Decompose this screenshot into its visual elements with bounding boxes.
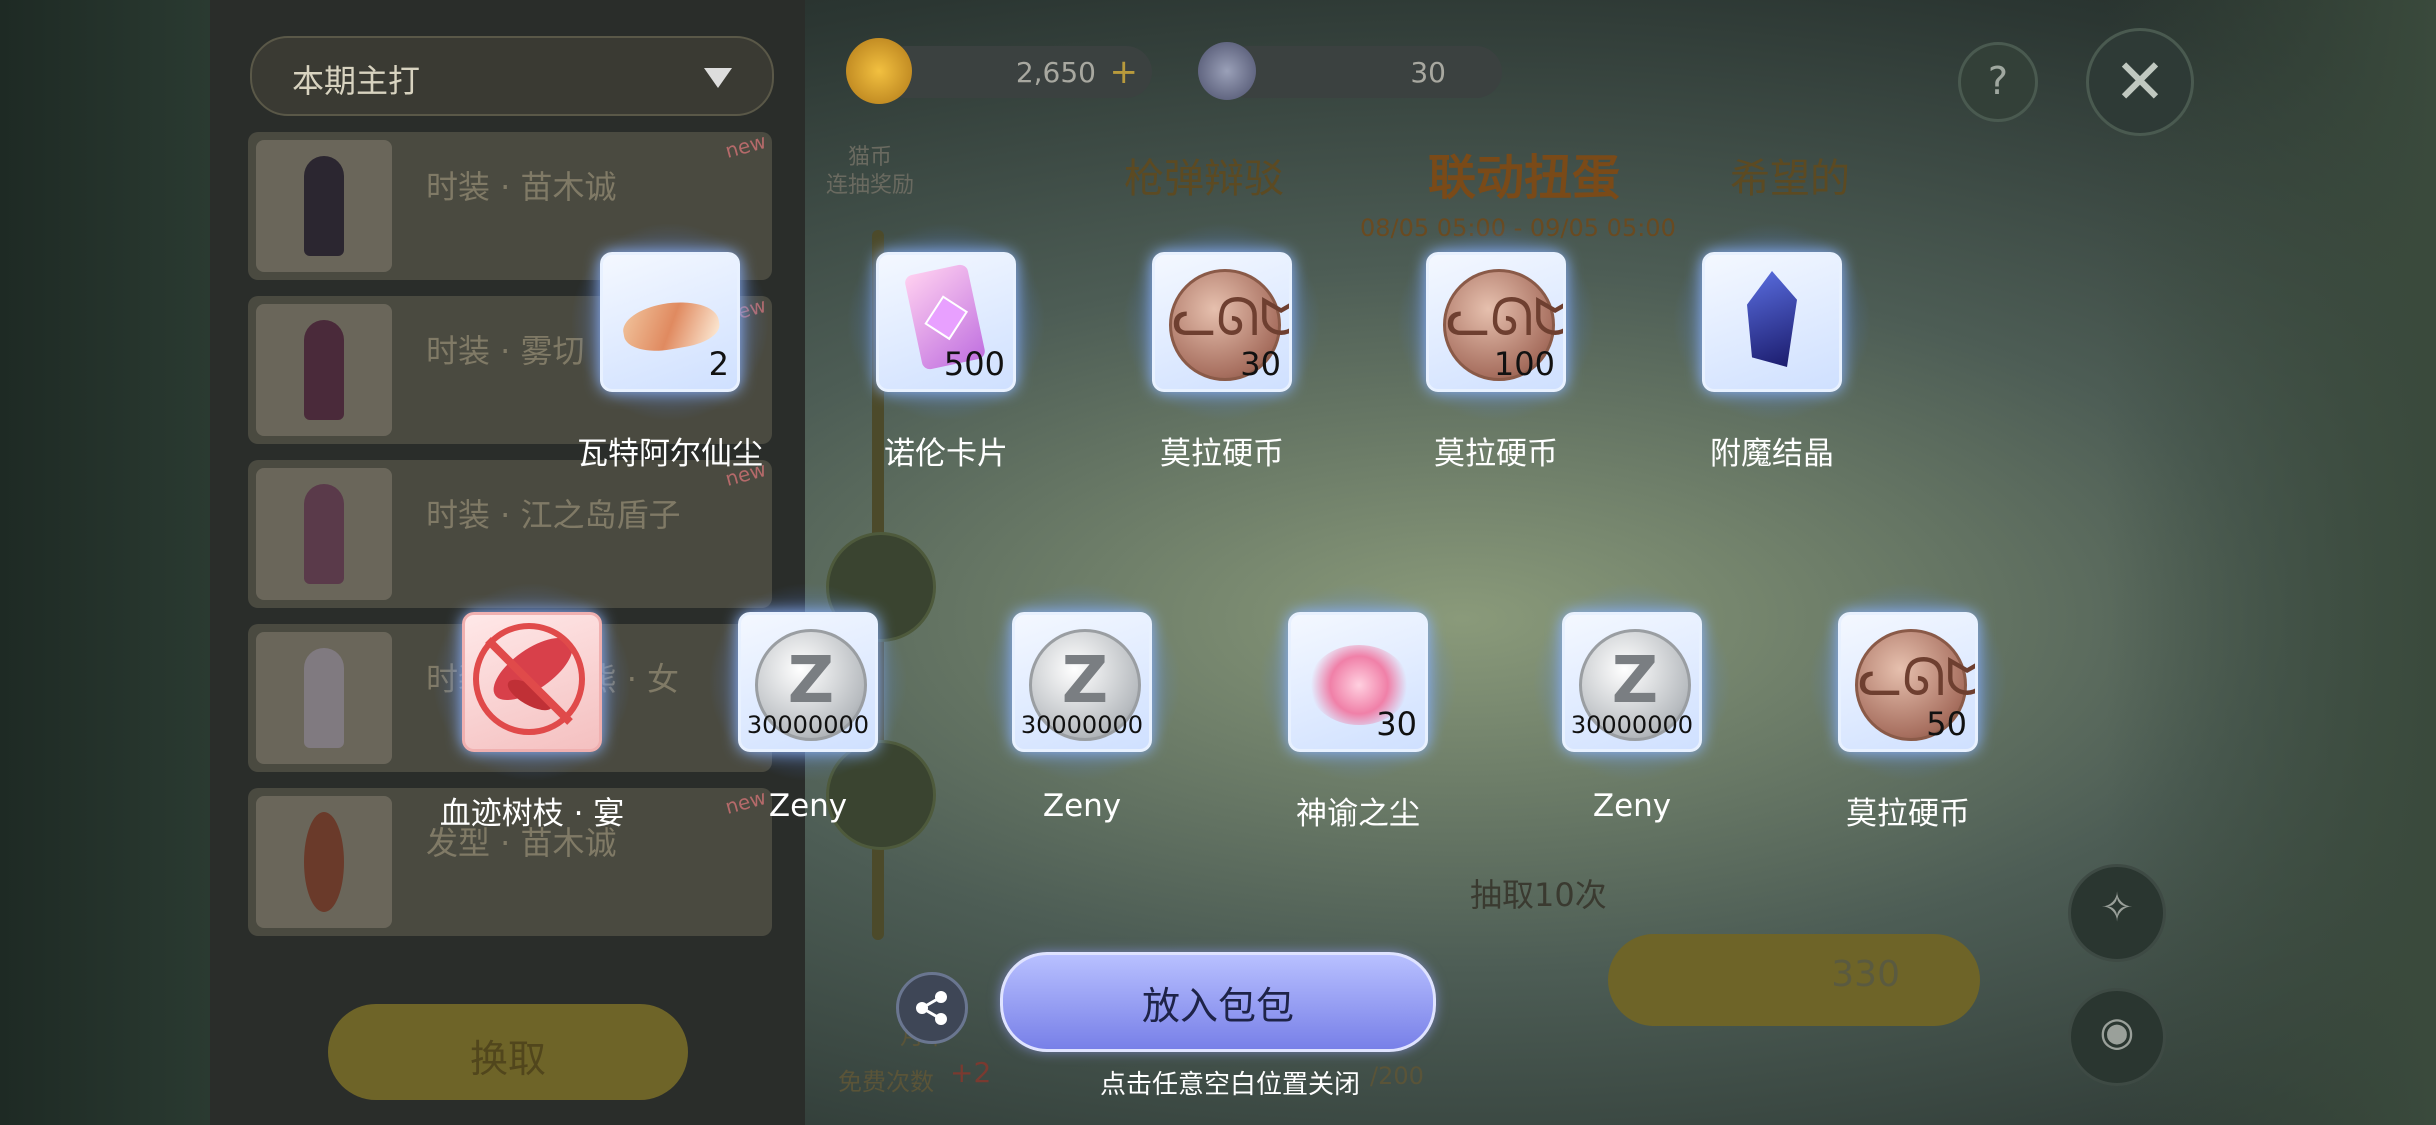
item-thumbnail bbox=[256, 140, 392, 272]
reward-name: 莫拉硬币 bbox=[1160, 436, 1284, 472]
share-button[interactable] bbox=[896, 972, 968, 1044]
reward-name: Zeny bbox=[1592, 788, 1672, 824]
item-thumbnail bbox=[256, 632, 392, 764]
dust-icon: 2 bbox=[600, 252, 740, 392]
put-in-bag-button[interactable]: 放入包包 bbox=[1000, 952, 1436, 1052]
reward-name: 血迹树枝 · 宴 bbox=[439, 796, 625, 832]
reward-name: Zeny bbox=[1042, 788, 1122, 824]
cat-currency-bar: 2,650 + bbox=[880, 46, 1152, 98]
reward-name: 莫拉硬币 bbox=[1846, 796, 1970, 832]
cat-currency-value: 2,650 bbox=[1015, 56, 1096, 89]
cat-coin-reward-label: 猫币 连抽奖励 bbox=[826, 145, 915, 198]
reward-name: Zeny bbox=[768, 788, 848, 824]
pull-cost: 330 bbox=[1831, 954, 1900, 995]
chevron-down-icon bbox=[704, 68, 732, 88]
wand-icon: ✧ bbox=[2100, 885, 2134, 931]
item-name: 时装 · 雾切 bbox=[426, 332, 585, 370]
oracle-dust-icon: 30 bbox=[1288, 612, 1428, 752]
put-in-bag-label: 放入包包 bbox=[1141, 984, 1294, 1028]
zeny-coin-icon: Z 30000000 bbox=[1562, 612, 1702, 752]
free-count-label: 免费次数 bbox=[838, 1068, 934, 1096]
item-name: 时装 · 江之岛盾子 bbox=[426, 496, 681, 534]
item-thumbnail bbox=[256, 468, 392, 600]
tab-left[interactable]: 枪弹辩驳 bbox=[1124, 146, 1284, 204]
cat-coin-icon: ᓚᘏᗢ 50 bbox=[1838, 612, 1978, 752]
exchange-button[interactable]: 换取 bbox=[328, 1004, 688, 1100]
coin-bar: 30 bbox=[1222, 46, 1502, 98]
featured-dropdown[interactable]: 本期主打 bbox=[250, 36, 774, 116]
reward-name: 神谕之尘 bbox=[1296, 796, 1420, 832]
reward-qty: 30 bbox=[1376, 705, 1417, 743]
share-icon bbox=[916, 991, 947, 1025]
reward-qty: 2 bbox=[708, 345, 729, 383]
cat-currency-icon bbox=[846, 38, 912, 104]
close-button[interactable]: ✕ bbox=[2086, 28, 2194, 136]
reward-qty: 30 bbox=[1240, 345, 1281, 383]
item-name: 时装 · 苗木诚 bbox=[426, 168, 617, 206]
reward-name: 瓦特阿尔仙尘 bbox=[577, 436, 763, 472]
new-badge: new bbox=[722, 129, 769, 163]
item-thumbnail bbox=[256, 304, 392, 436]
magic-wand-button[interactable]: ✧ bbox=[2068, 864, 2166, 962]
coin-icon bbox=[1198, 42, 1256, 100]
cat-coin-icon: ᓚᘏᗢ 30 bbox=[1152, 252, 1292, 392]
pull-button[interactable]: 330 bbox=[1608, 934, 1980, 1026]
pull-count-label: 抽取10次 bbox=[1470, 876, 1607, 914]
cat-coin-icon: ᓚᘏᗢ 100 bbox=[1426, 252, 1566, 392]
help-icon: ? bbox=[1987, 59, 2009, 103]
zeny-coin-icon: Z 30000000 bbox=[1012, 612, 1152, 752]
reward-name: 附魔结晶 bbox=[1710, 436, 1834, 472]
exchange-label: 换取 bbox=[469, 1037, 546, 1081]
reward-qty: 500 bbox=[943, 345, 1005, 383]
dropdown-label: 本期主打 bbox=[292, 62, 421, 100]
background-right-scenery bbox=[2106, 0, 2436, 1125]
card-icon: 500 bbox=[876, 252, 1016, 392]
reward-qty: 50 bbox=[1926, 705, 1967, 743]
coin-value: 30 bbox=[1410, 56, 1446, 89]
background-left-scenery bbox=[0, 0, 210, 1125]
blood-branch-icon bbox=[462, 612, 602, 752]
reward-qty: 30000000 bbox=[746, 711, 869, 739]
close-hint: 点击任意空白位置关闭 bbox=[1099, 1070, 1360, 1100]
eye-icon: ◉ bbox=[2099, 1009, 2135, 1055]
reward-name: 莫拉硬币 bbox=[1434, 436, 1558, 472]
crystal-icon bbox=[1702, 252, 1842, 392]
reward-qty: 30000000 bbox=[1570, 711, 1693, 739]
help-button[interactable]: ? bbox=[1958, 42, 2038, 122]
reward-qty: 30000000 bbox=[1020, 711, 1143, 739]
add-currency-icon[interactable]: + bbox=[1110, 52, 1139, 92]
zeny-coin-icon: Z 30000000 bbox=[738, 612, 878, 752]
free-count-plus: +2 bbox=[950, 1056, 992, 1089]
tab-center[interactable]: 联动扭蛋 bbox=[1428, 138, 1620, 208]
close-icon: ✕ bbox=[2114, 45, 2166, 118]
view-toggle-button[interactable]: ◉ bbox=[2068, 988, 2166, 1086]
reward-name: 诺伦卡片 bbox=[884, 436, 1008, 472]
reward-qty: 100 bbox=[1493, 345, 1555, 383]
tab-right[interactable]: 希望的 bbox=[1730, 146, 1850, 204]
